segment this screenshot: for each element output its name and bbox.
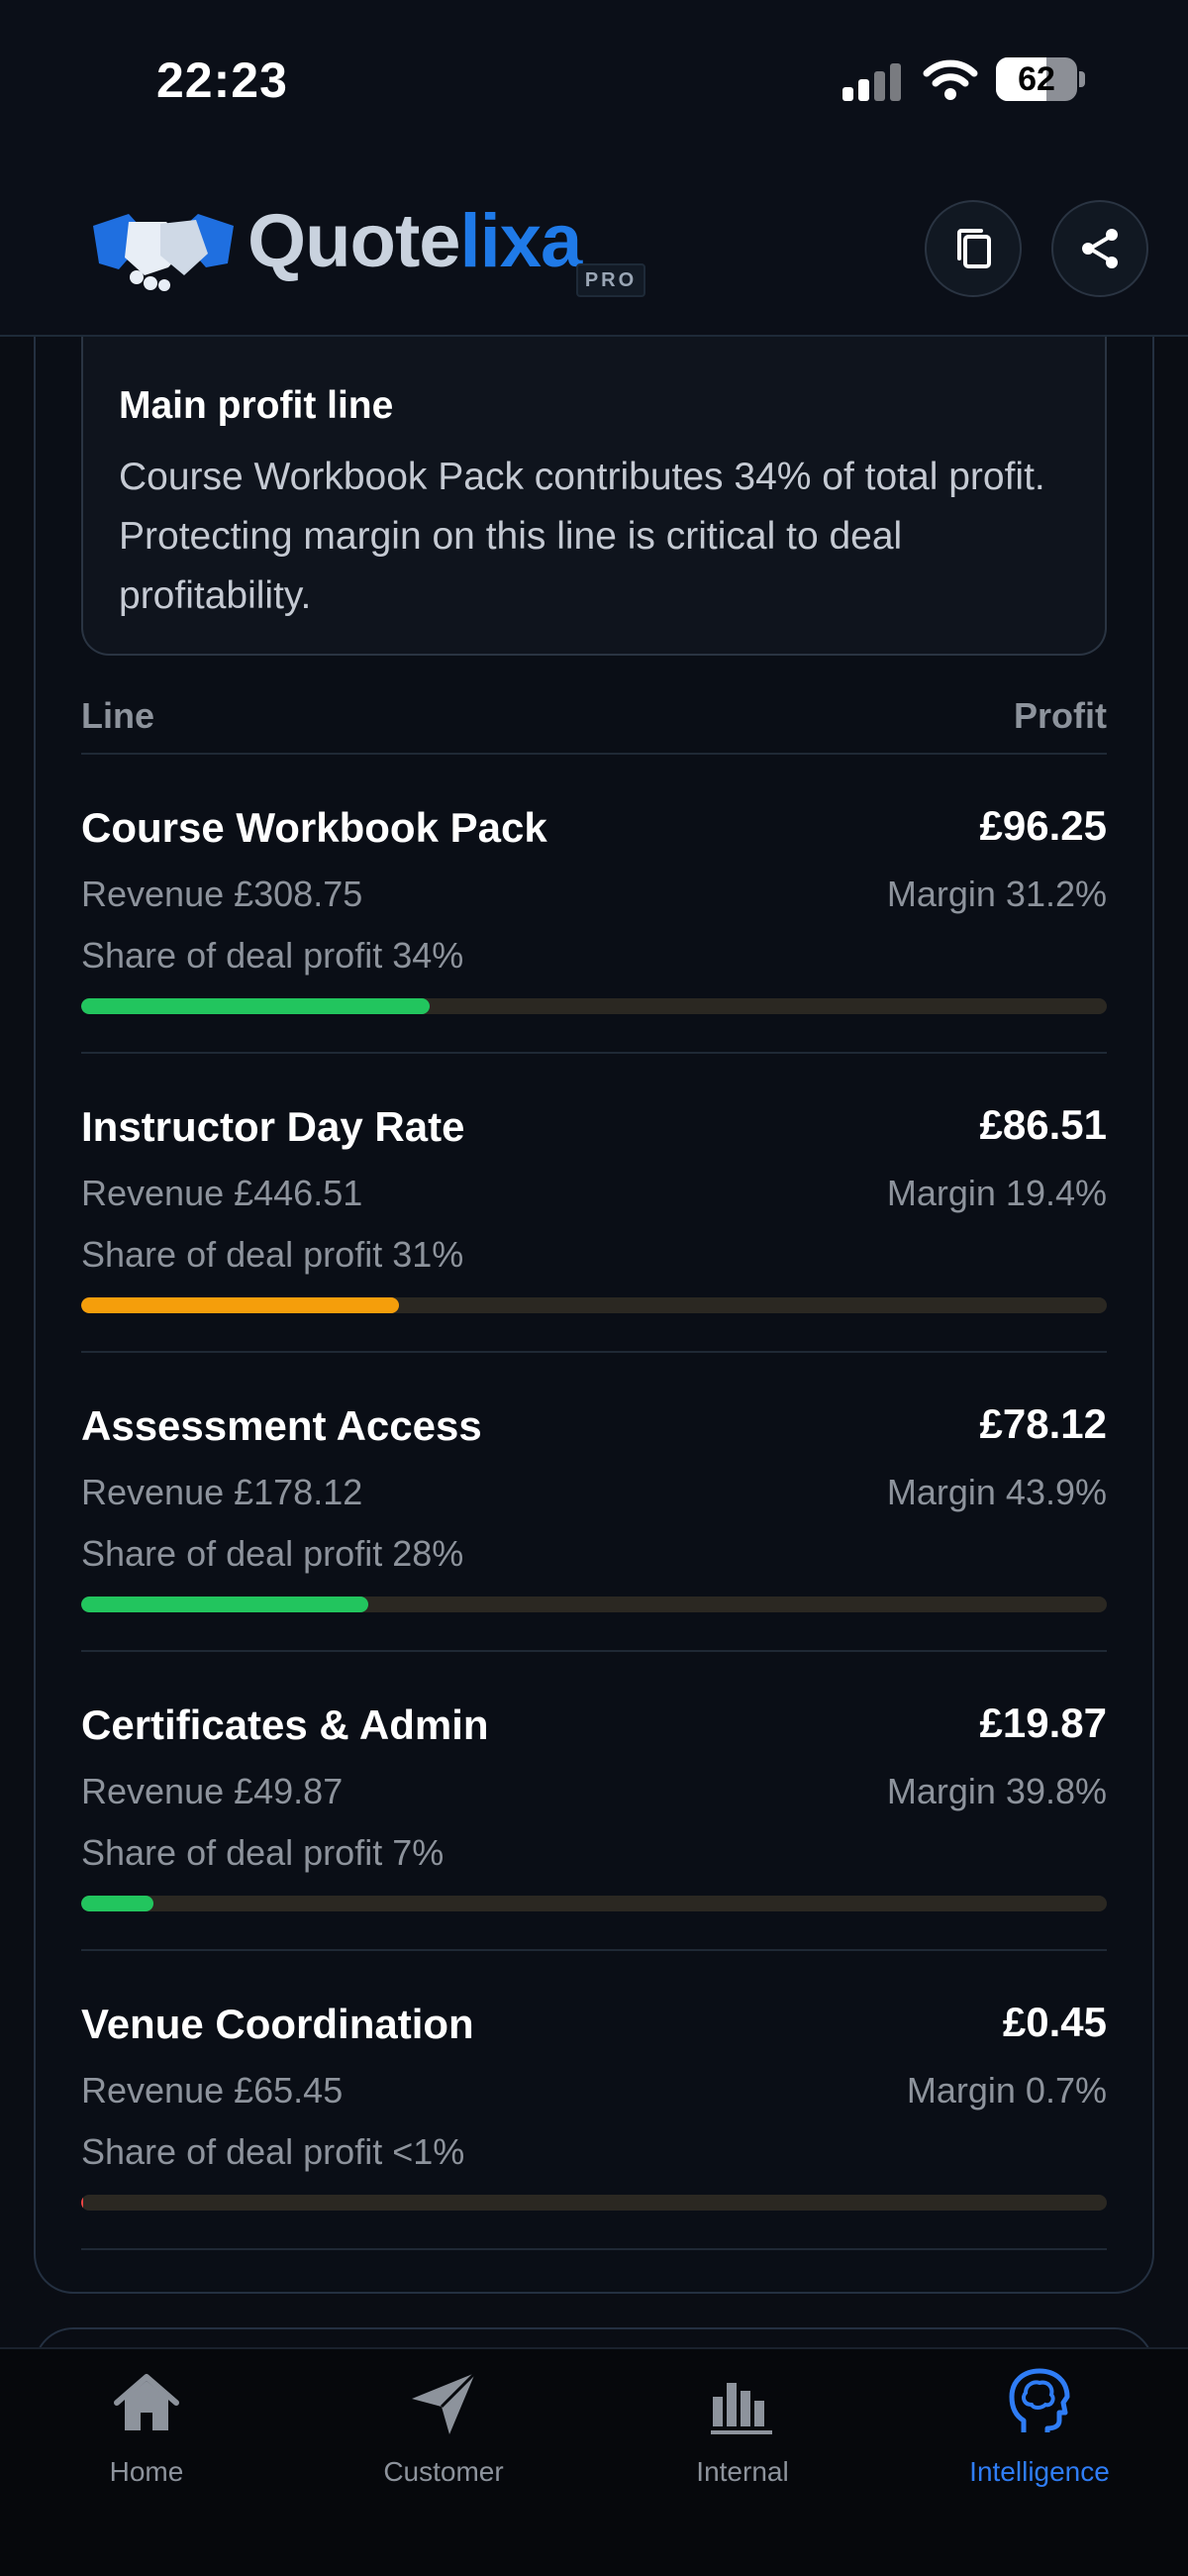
line-revenue: Revenue £308.75 [81,874,363,914]
battery-level: 62 [1018,60,1055,98]
table-row[interactable]: Course Workbook Pack £96.25 Revenue £308… [81,755,1107,1054]
callout-title: Main profit line [119,384,394,427]
profit-share-bar-fill [81,2195,84,2211]
line-profit: £86.51 [979,1101,1107,1148]
line-name: Certificates & Admin [81,1701,489,1748]
status-time: 22:23 [156,52,288,108]
column-header-line: Line [81,695,155,736]
line-name: Assessment Access [81,1402,482,1449]
line-profit-share: Share of deal profit 7% [81,1832,445,1873]
pro-badge: PRO [576,263,645,297]
line-margin: Margin 0.7% [906,2070,1107,2111]
app-logo: Quotelixa [248,199,582,283]
line-profit: £78.12 [979,1400,1107,1447]
line-name: Venue Coordination [81,2001,474,2047]
line-revenue: Revenue £49.87 [81,1771,344,1811]
handshake-logo-icon [93,214,234,291]
nav-customer-label: Customer [383,2456,504,2487]
table-row[interactable]: Assessment Access £78.12 Revenue £178.12… [81,1353,1107,1652]
line-margin: Margin 43.9% [886,1472,1107,1512]
line-revenue: Revenue £65.45 [81,2070,344,2111]
profit-share-bar [81,1297,1107,1313]
copy-button[interactable] [925,200,1022,297]
callout-text: Course Workbook Pack contributes 34% of … [119,456,1045,617]
share-button[interactable] [1051,200,1148,297]
line-name: Instructor Day Rate [81,1103,465,1150]
column-header-profit: Profit [1014,695,1107,736]
profit-share-bar [81,998,1107,1014]
profit-share-bar-fill [81,1597,369,1612]
line-profit-share: Share of deal profit 31% [81,1234,464,1275]
table-row[interactable]: Venue Coordination £0.45 Revenue £65.45 … [81,1951,1107,2250]
table-row[interactable]: Instructor Day Rate £86.51 Revenue £446.… [81,1054,1107,1353]
table-row[interactable]: Certificates & Admin £19.87 Revenue £49.… [81,1652,1107,1951]
nav-internal-label: Internal [696,2456,789,2487]
battery-icon: 62 [996,57,1077,101]
nav-intelligence[interactable]: Intelligence [921,2367,1158,2487]
cellular-signal-icon [842,61,902,101]
paper-plane-icon [412,2371,477,2434]
status-bar: 22:23 62 [0,0,1188,158]
line-revenue: Revenue £446.51 [81,1173,363,1213]
line-profit: £19.87 [979,1700,1107,1746]
main-profit-line-callout: Main profit line Course Workbook Pack co… [81,337,1107,656]
brain-head-icon [1009,2368,1070,2432]
profit-share-bar-fill [81,998,431,1014]
profit-share-bar-fill [81,1297,400,1313]
bar-chart-icon [711,2383,772,2434]
line-margin: Margin 19.4% [886,1173,1107,1213]
line-margin: Margin 39.8% [886,1771,1107,1811]
copy-icon [957,229,991,268]
table-header: Line Profit [81,685,1107,755]
nav-home[interactable]: Home [28,2367,265,2487]
nav-home-label: Home [109,2456,184,2487]
profit-share-bar [81,2195,1107,2211]
line-profit: £0.45 [1002,1999,1107,2045]
nav-customer[interactable]: Customer [325,2367,562,2487]
line-profit: £96.25 [979,802,1107,849]
profit-share-bar [81,1597,1107,1612]
line-name: Course Workbook Pack [81,804,547,851]
app-header: Quotelixa PRO [0,158,1188,337]
line-revenue: Revenue £178.12 [81,1472,363,1512]
line-profit-share: Share of deal profit 34% [81,935,464,976]
line-profit-share: Share of deal profit 28% [81,1533,464,1574]
home-icon [114,2374,179,2430]
line-profit-share: Share of deal profit <1% [81,2131,465,2172]
nav-intelligence-label: Intelligence [969,2456,1110,2487]
wifi-icon [923,59,978,100]
profit-share-bar [81,1896,1107,1911]
bottom-navigation: Home Customer Internal Intelligence [0,2347,1188,2576]
nav-internal[interactable]: Internal [624,2367,861,2487]
profit-share-bar-fill [81,1896,153,1911]
share-icon [1082,229,1118,268]
line-margin: Margin 31.2% [886,874,1107,914]
profit-breakdown-card: Main profit line Course Workbook Pack co… [34,337,1154,2294]
